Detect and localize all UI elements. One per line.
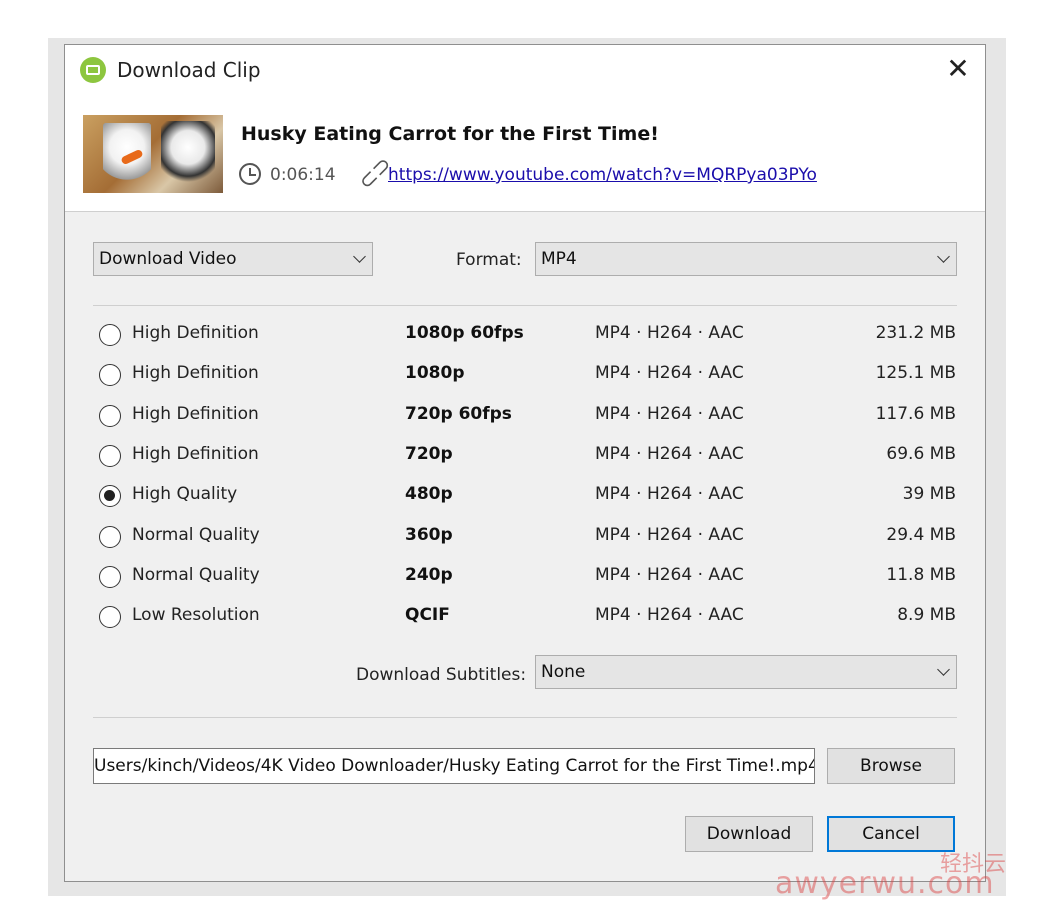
quality-label: High Quality	[132, 484, 238, 505]
quality-option-row[interactable]: Low Resolution QCIF MP4 · H264 · AAC 8.9 MB	[99, 602, 959, 632]
video-thumbnail	[83, 115, 223, 193]
quality-codec: MP4 · H264 · AAC	[595, 363, 744, 384]
watermark-site: awyerwu.com	[775, 866, 995, 901]
quality-label: High Definition	[132, 403, 259, 424]
download-button[interactable]: Download	[685, 816, 813, 852]
quality-label: Normal Quality	[132, 524, 260, 545]
quality-codec: MP4 · H264 · AAC	[595, 605, 744, 626]
quality-label: High Definition	[132, 443, 259, 464]
browse-button[interactable]: Browse	[827, 748, 955, 784]
format-label: Format:	[456, 250, 522, 270]
subtitles-value: None	[541, 662, 586, 682]
quality-option-row[interactable]: Normal Quality 360p MP4 · H264 · AAC 29.4 M…	[99, 522, 959, 552]
cancel-button[interactable]: Cancel	[827, 816, 955, 852]
chevron-down-icon	[937, 250, 950, 263]
quality-label: High Definition	[132, 363, 259, 384]
quality-size: 8.9 MB	[897, 605, 956, 626]
app-logo-icon	[80, 57, 106, 83]
quality-size: 231.2 MB	[875, 323, 956, 343]
window-title: Download Clip	[117, 58, 261, 82]
thumbnail-dog-right	[161, 121, 215, 187]
quality-radio[interactable]	[99, 565, 121, 588]
quality-label: Normal Quality	[132, 564, 260, 585]
quality-resolution: 1080p 60fps	[405, 323, 524, 343]
output-path-field[interactable]: Users/kinch/Videos/4K Video Downloader/H…	[93, 748, 815, 784]
quality-size: 11.8 MB	[886, 564, 956, 585]
separator	[93, 305, 957, 306]
format-value: MP4	[541, 249, 577, 269]
quality-size: 125.1 MB	[875, 363, 956, 384]
quality-option-row[interactable]: High Definition 1080p 60fps MP4 · H264 · A…	[99, 320, 959, 350]
quality-radio[interactable]	[99, 485, 121, 508]
quality-radio[interactable]	[99, 324, 121, 346]
video-url-link[interactable]: https://www.youtube.com/watch?v=MQRPya03…	[388, 165, 817, 185]
quality-radio[interactable]	[99, 525, 121, 548]
quality-option-row[interactable]: High Definition 720p MP4 · H264 · AAC 69.6 …	[99, 441, 959, 471]
quality-option-row[interactable]: High Quality 480p MP4 · H264 · AAC 39 MB	[99, 481, 959, 511]
quality-codec: MP4 · H264 · AAC	[595, 443, 744, 464]
subtitles-select[interactable]: None	[535, 655, 957, 689]
close-button[interactable]: ✕	[943, 55, 973, 85]
quality-codec: MP4 · H264 · AAC	[595, 403, 744, 424]
quality-radio[interactable]	[99, 404, 121, 427]
quality-resolution: 720p	[405, 443, 453, 464]
quality-resolution: QCIF	[405, 605, 450, 626]
download-mode-value: Download Video	[99, 249, 237, 269]
subtitles-label: Download Subtitles:	[356, 665, 527, 685]
quality-radio[interactable]	[99, 444, 121, 467]
chevron-down-icon	[937, 663, 950, 676]
quality-option-row[interactable]: High Definition 1080p MP4 · H264 · AAC 125.…	[99, 360, 959, 390]
format-select[interactable]: MP4	[535, 242, 957, 276]
quality-label: Low Resolution	[132, 605, 260, 626]
download-mode-select[interactable]: Download Video	[93, 242, 373, 276]
download-clip-dialog: Download Clip ✕ Husky Eating Carrot for …	[64, 44, 986, 882]
quality-codec: MP4 · H264 · AAC	[595, 484, 744, 505]
quality-resolution: 1080p	[405, 363, 465, 384]
video-title: Husky Eating Carrot for the First Time!	[241, 123, 659, 145]
quality-codec: MP4 · H264 · AAC	[595, 564, 744, 585]
clock-icon	[239, 163, 261, 185]
quality-size: 29.4 MB	[886, 524, 956, 545]
quality-codec: MP4 · H264 · AAC	[595, 524, 744, 545]
quality-resolution: 480p	[405, 484, 453, 505]
quality-size: 39 MB	[902, 484, 956, 505]
quality-resolution: 240p	[405, 564, 453, 585]
separator	[93, 717, 957, 718]
quality-option-row[interactable]: High Definition 720p 60fps MP4 · H264 · AA…	[99, 401, 959, 431]
quality-size: 117.6 MB	[875, 403, 956, 424]
quality-label: High Definition	[132, 323, 259, 343]
chevron-down-icon	[353, 250, 366, 263]
quality-option-row[interactable]: Normal Quality 240p MP4 · H264 · AAC 11.8 M…	[99, 562, 959, 592]
quality-radio[interactable]	[99, 364, 121, 387]
quality-resolution: 720p 60fps	[405, 403, 512, 424]
quality-size: 69.6 MB	[886, 443, 956, 464]
quality-resolution: 360p	[405, 524, 453, 545]
quality-codec: MP4 · H264 · AAC	[595, 323, 744, 343]
video-duration: 0:06:14	[270, 165, 336, 185]
dialog-header: Download Clip ✕ Husky Eating Carrot for …	[65, 45, 985, 212]
thumbnail-dog-left	[103, 123, 151, 183]
quality-radio[interactable]	[99, 606, 121, 629]
